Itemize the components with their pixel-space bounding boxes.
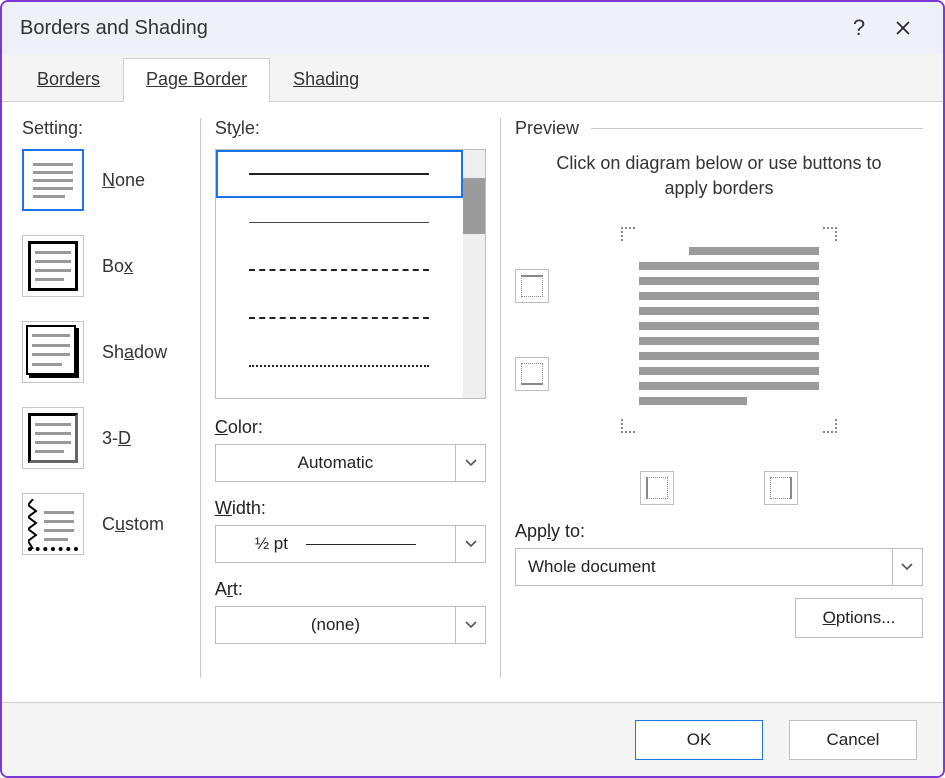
color-combo[interactable]: Automatic: [215, 444, 486, 482]
tab-shading[interactable]: Shading: [270, 58, 382, 102]
border-top-button[interactable]: [515, 269, 549, 303]
dialog-footer: OK Cancel: [2, 702, 943, 776]
style-scrollbar[interactable]: [463, 150, 485, 398]
setting-option-custom[interactable]: [22, 493, 84, 555]
chevron-down-icon: [455, 607, 485, 643]
setting-option-3d[interactable]: [22, 407, 84, 469]
setting-option-box[interactable]: [22, 235, 84, 297]
color-value: Automatic: [216, 453, 455, 473]
options-button[interactable]: Options...: [795, 598, 923, 638]
chevron-down-icon: [455, 445, 485, 481]
preview-page[interactable]: [609, 215, 849, 445]
border-left-button[interactable]: [640, 471, 674, 505]
border-icon: [521, 363, 543, 385]
corner-marker: [823, 419, 837, 433]
setting-option-none[interactable]: [22, 149, 84, 211]
preview-label: Preview: [515, 118, 579, 139]
art-combo[interactable]: (none): [215, 606, 486, 644]
chevron-down-icon: [892, 549, 922, 585]
scrollbar-thumb[interactable]: [463, 178, 485, 234]
help-button[interactable]: ?: [837, 6, 881, 50]
setting-shadow-label: Shadow: [102, 342, 167, 363]
preview-column: Preview Click on diagram below or use bu…: [515, 118, 923, 702]
setting-custom-label: Custom: [102, 514, 164, 535]
tab-page-border[interactable]: Page Border: [123, 58, 270, 102]
dialog-title: Borders and Shading: [20, 17, 208, 40]
preview-hint: Click on diagram below or use buttons to…: [555, 151, 883, 201]
setting-column: Setting: None Box: [22, 118, 186, 702]
separator-1: [200, 118, 201, 678]
close-button[interactable]: [881, 6, 925, 50]
separator-2: [500, 118, 501, 678]
dialog-body: Setting: None Box: [2, 102, 943, 702]
page-content-lines: [639, 247, 819, 405]
tab-strip: Borders Page Border Shading: [2, 54, 943, 102]
border-icon: [646, 477, 668, 499]
width-preview-line: [306, 544, 416, 545]
border-bottom-button[interactable]: [515, 357, 549, 391]
corner-marker: [621, 227, 635, 241]
apply-to-value: Whole document: [516, 557, 892, 577]
style-option-dashed-fine[interactable]: [216, 246, 463, 294]
width-combo[interactable]: ½ pt: [215, 525, 486, 563]
style-option-solid[interactable]: [216, 150, 463, 198]
setting-none-label: None: [102, 170, 145, 191]
border-icon: [521, 275, 543, 297]
style-listbox[interactable]: [215, 149, 486, 399]
style-option-dashed[interactable]: [216, 294, 463, 342]
style-option-hairline[interactable]: [216, 198, 463, 246]
cancel-button[interactable]: Cancel: [789, 720, 917, 760]
style-label: Style:: [215, 118, 486, 139]
setting-option-shadow[interactable]: [22, 321, 84, 383]
chevron-down-icon: [455, 526, 485, 562]
corner-marker: [823, 227, 837, 241]
color-label: Color:: [215, 417, 486, 438]
tab-borders[interactable]: Borders: [14, 58, 123, 102]
apply-to-label: Apply to:: [515, 521, 923, 542]
titlebar: Borders and Shading ?: [2, 2, 943, 54]
close-icon: [895, 20, 911, 36]
border-icon: [770, 477, 792, 499]
ok-button[interactable]: OK: [635, 720, 763, 760]
borders-and-shading-dialog: Borders and Shading ? Borders Page Borde…: [0, 0, 945, 778]
width-label: Width:: [215, 498, 486, 519]
width-value: ½ pt: [216, 534, 455, 554]
style-option-dash-dot[interactable]: [216, 342, 463, 390]
style-column: Style: Color: Automatic: [215, 118, 486, 702]
setting-3d-label: 3-D: [102, 428, 131, 449]
apply-to-combo[interactable]: Whole document: [515, 548, 923, 586]
setting-label: Setting:: [22, 118, 186, 139]
setting-box-label: Box: [102, 256, 133, 277]
header-line: [591, 128, 923, 129]
border-right-button[interactable]: [764, 471, 798, 505]
corner-marker: [621, 419, 635, 433]
art-label: Art:: [215, 579, 486, 600]
art-value: (none): [216, 615, 455, 635]
